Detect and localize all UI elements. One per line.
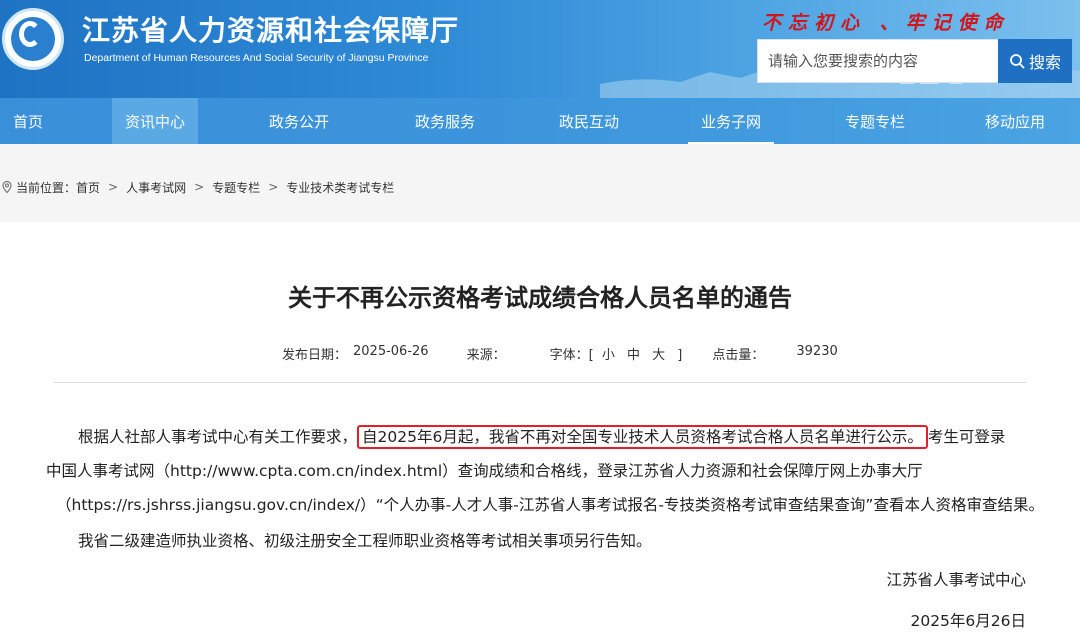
nav-item-interaction[interactable]: 政民互动 (544, 98, 634, 144)
article-panel: 关于不再公示资格考试成绩合格人员名单的通告 发布日期： 2025-06-26 来… (0, 222, 1080, 642)
article-paragraph-2: 我省二级建造师执业资格、初级注册安全工程师职业资格等考试相关事项另行告知。 (78, 532, 652, 550)
paragraph-1-intro: 根据人社部人事考试中心有关工作要求， (78, 428, 358, 446)
breadcrumb-separator: > (268, 180, 279, 194)
breadcrumb-home[interactable]: 首页 (76, 179, 100, 196)
paragraph-1-line-3: （https://rs.jshrss.jiangsu.gov.cn/index/… (56, 496, 1044, 514)
font-size-switcher: 字体：[ 小 中 大 ] (550, 344, 683, 363)
site-header: 江苏省人力资源和社会保障厅 Department of Human Resour… (0, 0, 1080, 98)
article-paragraph-1: 根据人社部人事考试中心有关工作要求， 自2025年6月起，我省不再对全国专业技术人… (46, 420, 1044, 522)
site-title: 江苏省人力资源和社会保障厅 (82, 14, 460, 47)
article-title: 关于不再公示资格考试成绩合格人员名单的通告 (288, 284, 792, 312)
font-size-label: 字体：[ (549, 348, 594, 363)
ministry-logo[interactable] (2, 8, 64, 70)
search-input[interactable] (758, 40, 998, 82)
breadcrumb: 当前位置： 首页 > 人事考试网 > 专题专栏 > 专业技术类考试专栏 (0, 178, 394, 196)
signature-date: 2025年6月26日 (910, 612, 1026, 630)
nav-item-government-services[interactable]: 政务服务 (400, 98, 490, 144)
publish-date-label: 发布日期： (282, 348, 348, 363)
font-size-close: ] (677, 348, 683, 363)
breadcrumb-professional-exams[interactable]: 专业技术类考试专栏 (286, 179, 394, 196)
source-label: 来源： (466, 348, 506, 363)
nav-item-news-center[interactable]: 资讯中心 (112, 98, 198, 144)
nav-item-mobile-apps[interactable]: 移动应用 (970, 98, 1060, 144)
search-box (757, 39, 999, 83)
nav-item-special-topics[interactable]: 专题专栏 (830, 98, 920, 144)
nav-item-home[interactable]: 首页 (0, 98, 56, 144)
breadcrumb-special-topics[interactable]: 专题专栏 (212, 179, 260, 196)
search-button[interactable]: 搜索 (998, 39, 1072, 83)
views-label: 点击量： (712, 348, 765, 363)
paragraph-1-line-1: 根据人社部人事考试中心有关工作要求， 自2025年6月起，我省不再对全国专业技术人… (46, 420, 1036, 454)
font-size-small[interactable]: 小 (602, 348, 615, 363)
meta-divider (54, 382, 1026, 383)
article-meta: 发布日期： 2025-06-26 来源： 字体：[ 小 中 大 ] 点击量： 3… (282, 344, 838, 363)
search-button-label: 搜索 (1028, 53, 1061, 72)
main-nav: 首页 资讯中心 政务公开 政务服务 政民互动 业务子网 专题专栏 移动应用 (0, 98, 1080, 144)
signature-organization: 江苏省人事考试中心 (886, 571, 1026, 589)
views-count: 39230 (796, 344, 838, 359)
font-size-medium[interactable]: 中 (627, 348, 640, 363)
font-size-large[interactable]: 大 (652, 348, 665, 363)
slogan-text: 不忘初心 、牢记使命 (762, 12, 1010, 34)
nav-item-business-subnet[interactable]: 业务子网 (688, 98, 774, 144)
site-subtitle: Department of Human Resources And Social… (84, 52, 429, 64)
breadcrumb-exam-site[interactable]: 人事考试网 (126, 179, 186, 196)
breadcrumb-separator: > (108, 180, 119, 194)
publish-date: 2025-06-26 (353, 344, 429, 359)
nav-item-government-affairs[interactable]: 政务公开 (254, 98, 344, 144)
breadcrumb-prefix: 当前位置： (16, 180, 77, 195)
location-pin-icon (2, 180, 12, 194)
search-icon (1010, 54, 1025, 69)
highlighted-notice: 自2025年6月起，我省不再对全国专业技术人员资格考试合格人员名单进行公示。 (357, 425, 928, 449)
breadcrumb-separator: > (194, 180, 205, 194)
paragraph-1-line-2: 中国人事考试网（http://www.cpta.com.cn/index.htm… (46, 462, 923, 480)
paragraph-1-continue: 考生可登录 (927, 428, 1006, 446)
